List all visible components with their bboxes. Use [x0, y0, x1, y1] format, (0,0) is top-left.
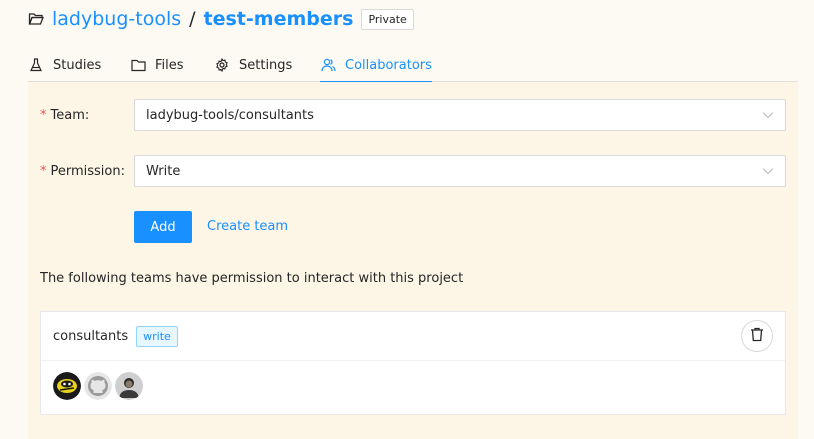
permission-select-value: Write	[146, 163, 181, 179]
tab-label: Files	[155, 57, 184, 73]
owner-link[interactable]: ladybug-tools	[52, 8, 181, 30]
flask-icon	[28, 57, 44, 73]
permission-form-row: * Permission: Write	[40, 155, 786, 187]
team-name: consultants	[53, 328, 129, 344]
teams-info-text: The following teams have permission to i…	[40, 271, 464, 286]
team-card: consultants write	[40, 311, 786, 415]
avatar[interactable]	[115, 372, 143, 400]
permission-label: * Permission:	[40, 163, 126, 179]
required-mark: *	[40, 107, 47, 123]
permission-select[interactable]: Write	[134, 155, 786, 187]
avatar[interactable]	[53, 372, 81, 400]
tab-studies[interactable]: Studies	[28, 48, 101, 82]
tab-collaborators[interactable]: Collaborators	[320, 48, 432, 83]
required-mark: *	[40, 163, 47, 179]
breadcrumb: ladybug-tools / test-members Private	[28, 6, 414, 32]
breadcrumb-separator: /	[189, 8, 196, 30]
team-select-value: ladybug-tools/consultants	[146, 107, 314, 123]
team-form-row: * Team: ladybug-tools/consultants	[40, 99, 786, 131]
permission-tag: write	[136, 325, 178, 347]
add-button[interactable]: Add	[134, 211, 192, 243]
tab-label: Collaborators	[345, 57, 432, 73]
chevron-down-icon	[762, 109, 774, 121]
tab-settings[interactable]: Settings	[214, 48, 292, 82]
delete-team-button[interactable]	[741, 320, 773, 352]
create-team-link[interactable]: Create team	[207, 219, 288, 234]
collaborators-panel: * Team: ladybug-tools/consultants * Permis…	[28, 82, 798, 439]
folder-open-icon	[28, 11, 46, 27]
chevron-down-icon	[762, 165, 774, 177]
repo-link[interactable]: test-members	[204, 8, 354, 30]
tab-label: Settings	[239, 57, 293, 73]
team-card-header: consultants write	[41, 312, 785, 361]
team-members	[41, 361, 785, 411]
gear-icon	[214, 57, 230, 73]
tab-files[interactable]: Files	[130, 48, 184, 82]
team-select[interactable]: ladybug-tools/consultants	[134, 99, 786, 131]
trash-icon	[750, 327, 764, 346]
avatar[interactable]	[84, 372, 112, 400]
tab-label: Studies	[53, 57, 102, 73]
folder-icon	[130, 57, 146, 73]
tab-bar: Studies Files Settings Collaborators	[28, 48, 798, 83]
visibility-badge: Private	[361, 8, 414, 30]
users-icon	[320, 57, 336, 73]
team-label: * Team:	[40, 107, 90, 123]
